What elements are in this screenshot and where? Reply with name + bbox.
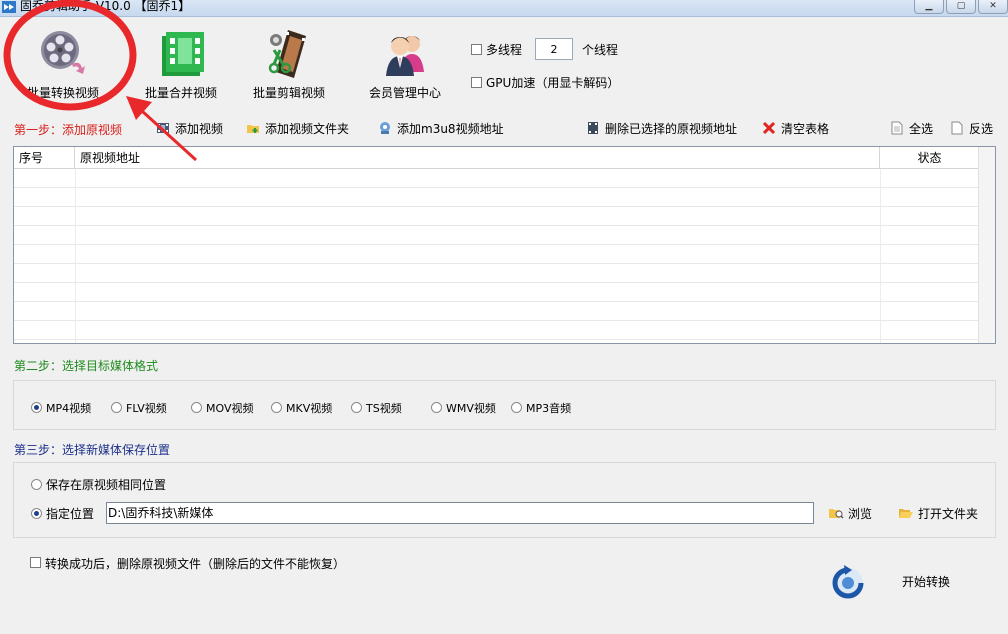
batch-convert-label: 批量转换视频 [26, 86, 99, 100]
batch-merge-button[interactable]: 批量合并视频 [126, 24, 236, 104]
batch-cut-button[interactable]: 批量剪辑视频 [234, 24, 344, 104]
gpu-acceleration-checkbox[interactable] [471, 77, 482, 88]
delete-source-label: 转换成功后，删除原视频文件（删除后的文件不能恢复） [45, 557, 346, 571]
radio-icon [511, 402, 522, 413]
radio-same-location[interactable] [31, 479, 42, 490]
delete-selected-label: 删除已选择的原视频地址 [605, 122, 738, 136]
window-title: 固乔剪辑助手 V10.0 【固乔1】 [20, 0, 191, 13]
clear-table-label: 清空表格 [781, 122, 830, 136]
radio-icon [351, 402, 362, 413]
select-all-button[interactable]: 全选 [890, 120, 933, 137]
batch-convert-button[interactable]: 批量转换视频 [8, 24, 118, 104]
select-all-label: 全选 [909, 122, 934, 136]
film-strip-merge-icon [162, 32, 204, 76]
app-logo-icon [2, 1, 16, 13]
table-row [14, 264, 980, 283]
close-button[interactable]: ✕ [978, 0, 1008, 14]
table-scrollbar[interactable] [978, 147, 995, 343]
table-row [14, 283, 980, 302]
radio-icon [191, 402, 202, 413]
table-row [14, 188, 980, 207]
open-folder-label: 打开文件夹 [918, 507, 979, 521]
add-folder-button[interactable]: 添加视频文件夹 [246, 120, 349, 137]
close-icon: ✕ [989, 1, 997, 11]
folder-search-icon [829, 509, 844, 519]
invert-select-button[interactable]: 反选 [950, 120, 993, 137]
table-row [14, 169, 980, 188]
folder-add-icon [247, 125, 259, 133]
multithread-checkbox[interactable] [471, 44, 482, 55]
table-row [14, 207, 980, 226]
add-m3u8-button[interactable]: 添加m3u8视频地址 [378, 120, 504, 137]
custom-location-label: 指定位置 [46, 507, 95, 521]
step3-label: 第三步：选择新媒体保存位置 [14, 443, 171, 457]
folder-open-icon [899, 509, 913, 518]
add-m3u8-label: 添加m3u8视频地址 [397, 122, 504, 136]
blank-page-icon [951, 121, 963, 135]
multithread-label: 多线程 [486, 43, 523, 57]
batch-cut-label: 批量剪辑视频 [252, 86, 325, 100]
clear-table-button[interactable]: 清空表格 [762, 120, 829, 137]
save-path-input[interactable]: D:\固乔科技\新媒体 [106, 502, 814, 524]
refresh-convert-icon[interactable] [830, 564, 866, 600]
delete-source-checkbox[interactable] [30, 557, 41, 568]
open-folder-button[interactable]: 打开文件夹 [898, 505, 978, 522]
radio-icon [31, 402, 42, 413]
table-row [14, 302, 980, 321]
gpu-acceleration-label: GPU加速（用显卡解码） [486, 76, 620, 90]
same-location-label: 保存在原视频相同位置 [46, 478, 167, 492]
member-center-button[interactable]: 会员管理中心 [350, 24, 460, 104]
video-table[interactable]: 序号 原视频地址 状态 [13, 146, 996, 344]
column-header-path[interactable]: 原视频地址 [75, 147, 880, 169]
page-icon [891, 121, 903, 135]
browse-label: 浏览 [848, 507, 873, 521]
minimize-icon: ▁ [925, 1, 933, 11]
table-row [14, 245, 980, 264]
thread-unit-label: 个线程 [582, 43, 619, 57]
maximize-button[interactable]: ▢ [946, 0, 976, 14]
film-delete-icon [588, 122, 598, 134]
radio-icon [271, 402, 282, 413]
column-header-status[interactable]: 状态 [880, 147, 980, 169]
film-reel-icon [41, 31, 85, 74]
column-header-index[interactable]: 序号 [14, 147, 75, 169]
add-folder-label: 添加视频文件夹 [265, 122, 350, 136]
save-location-panel [13, 462, 996, 538]
link-add-icon [380, 122, 390, 134]
member-center-label: 会员管理中心 [368, 86, 441, 100]
browse-button[interactable]: 浏览 [828, 505, 872, 522]
radio-icon [111, 402, 122, 413]
add-video-label: 添加视频 [175, 122, 224, 136]
add-video-button[interactable]: 添加视频 [156, 120, 223, 137]
step1-label: 第一步：添加原视频 [14, 123, 123, 137]
radio-custom-location[interactable] [31, 508, 42, 519]
users-icon [386, 36, 424, 76]
delete-selected-button[interactable]: 删除已选择的原视频地址 [586, 120, 737, 137]
film-add-icon [157, 123, 169, 133]
step2-label: 第二步：选择目标媒体格式 [14, 359, 159, 373]
film-scissors-icon [268, 30, 306, 78]
start-convert-button[interactable]: 开始转换 [902, 573, 950, 590]
thread-count-input[interactable]: 2 [535, 38, 573, 60]
radio-icon [431, 402, 442, 413]
minimize-button[interactable]: ▁ [914, 0, 944, 14]
maximize-icon: ▢ [956, 1, 966, 11]
red-x-icon [762, 121, 776, 135]
batch-merge-label: 批量合并视频 [144, 86, 217, 100]
table-row [14, 321, 980, 340]
table-row [14, 226, 980, 245]
invert-select-label: 反选 [969, 122, 994, 136]
